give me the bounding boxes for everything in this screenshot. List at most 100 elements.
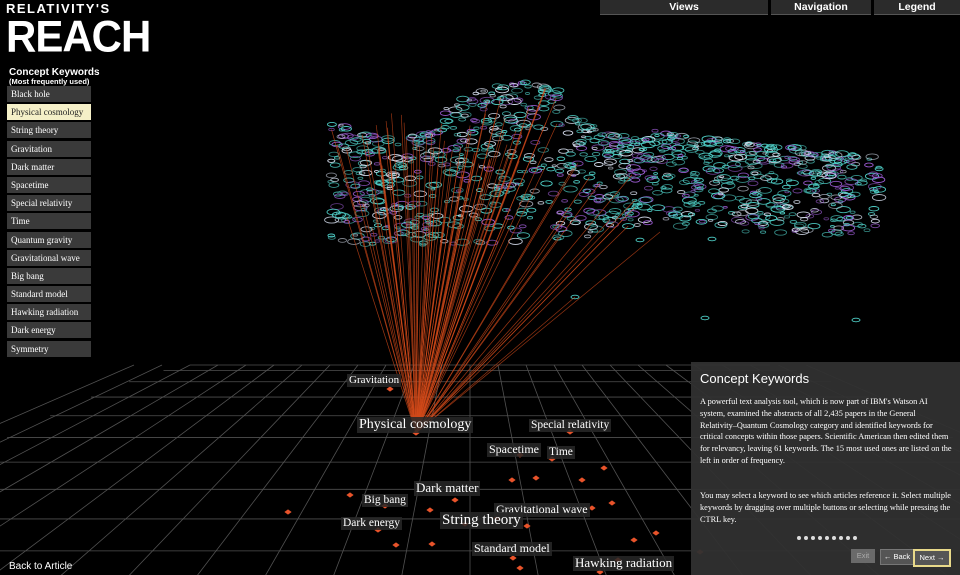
keywords-subtitle: (Most frequently used) [9, 77, 90, 86]
article-dot [394, 142, 402, 147]
article-dot [473, 238, 484, 244]
grid-line [553, 364, 675, 575]
keyword-quantum-gravity[interactable]: Quantum gravity [7, 231, 91, 248]
grid-label-dark-matter[interactable]: Dark matter [414, 480, 481, 496]
article-dot [722, 205, 728, 209]
article-dot [575, 215, 587, 221]
article-dot [600, 141, 609, 146]
panel-title: Concept Keywords [700, 371, 810, 386]
article-dot [837, 174, 847, 180]
article-dot [654, 134, 660, 137]
grid-label-gravitation[interactable]: Gravitation [347, 374, 402, 387]
article-dot [834, 186, 840, 190]
grid-line [265, 364, 387, 575]
article-dot [747, 180, 759, 187]
keyword-standard-model[interactable]: Standard model [7, 286, 91, 303]
article-dot [708, 188, 720, 195]
article-dot [455, 104, 470, 111]
article-dot [819, 193, 830, 200]
article-dot [537, 201, 545, 205]
keyword-special-relativity[interactable]: Special relativity [7, 195, 91, 212]
article-dot [869, 214, 879, 219]
article-dot [529, 188, 540, 194]
article-dot [591, 146, 598, 150]
article-dot [591, 151, 601, 157]
keyword-gravitational-wave[interactable]: Gravitational wave [7, 249, 91, 266]
keyword-big-bang[interactable]: Big bang [7, 267, 91, 284]
article-dot [745, 207, 759, 215]
keyword-gravitation[interactable]: Gravitation [7, 140, 91, 157]
article-dot [413, 169, 422, 174]
article-dot [546, 166, 556, 172]
grid-label-time[interactable]: Time [547, 446, 575, 460]
article-dot [757, 211, 764, 215]
article-dot [779, 211, 786, 215]
article-dot [688, 212, 696, 217]
back-button[interactable]: ← Back [880, 549, 914, 565]
page-dot [825, 536, 829, 540]
article-dot [520, 102, 527, 107]
keyword-dark-energy[interactable]: Dark energy [7, 322, 91, 339]
grid-label-special-relativity[interactable]: Special relativity [529, 419, 612, 433]
article-dot [830, 203, 836, 207]
article-dot [373, 162, 381, 166]
article-dot [352, 233, 359, 237]
article-dot [328, 182, 340, 188]
article-dot [392, 189, 406, 196]
legend-button[interactable]: Legend [874, 0, 960, 15]
keyword-spacetime[interactable]: Spacetime [7, 176, 91, 193]
article-dot [533, 124, 544, 130]
grid-line [197, 364, 359, 575]
grid-label-dark-energy[interactable]: Dark energy [341, 517, 402, 531]
article-dot [711, 205, 724, 212]
article-dot [386, 184, 393, 188]
grid-label-big-bang[interactable]: Big bang [362, 494, 408, 508]
keyword-node [392, 542, 400, 548]
page-indicator [797, 536, 857, 540]
article-dot [687, 137, 701, 144]
article-dot [739, 197, 752, 205]
grid-label-string-theory[interactable]: String theory [440, 512, 523, 530]
article-dot [352, 167, 363, 173]
keyword-node [508, 477, 516, 483]
page-dot [846, 536, 850, 540]
keyword-hawking-radiation[interactable]: Hawking radiation [7, 304, 91, 321]
keyword-node [516, 565, 524, 571]
article-dot [672, 206, 683, 212]
grid-label-standard-model[interactable]: Standard model [472, 541, 552, 556]
views-button[interactable]: Views [600, 0, 768, 15]
article-dot [488, 112, 501, 119]
article-dot [584, 223, 598, 230]
article-dot [671, 144, 685, 151]
keyword-time[interactable]: Time [7, 213, 91, 230]
page-dot [797, 536, 801, 540]
next-button[interactable]: Next → [913, 549, 951, 567]
article-dot [842, 219, 855, 226]
grid-label-hawking-radiation[interactable]: Hawking radiation [573, 555, 675, 571]
back-to-article-link[interactable]: Back to Article [9, 561, 72, 572]
article-dot [651, 128, 659, 133]
article-dot [788, 212, 797, 217]
article-dot [672, 222, 688, 230]
keyword-dark-matter[interactable]: Dark matter [7, 158, 91, 175]
article-dot [845, 216, 853, 220]
article-dot [540, 180, 553, 187]
article-dot [494, 122, 503, 127]
panel-paragraph-2: You may select a keyword to see which ar… [700, 491, 951, 524]
keyword-physical-cosmology[interactable]: Physical cosmology [7, 104, 91, 121]
article-dot [439, 110, 451, 116]
article-dot [741, 229, 750, 234]
keyword-list: Black hole Physical cosmology String the… [7, 86, 91, 359]
navigation-button[interactable]: Navigation [771, 0, 871, 15]
exit-button[interactable]: Exit [851, 549, 875, 563]
keyword-symmetry[interactable]: Symmetry [7, 340, 91, 357]
page-dot [832, 536, 836, 540]
grid-label-physical-cosmology[interactable]: Physical cosmology [357, 417, 474, 434]
grid-label-spacetime[interactable]: Spacetime [487, 442, 541, 457]
keyword-black-hole[interactable]: Black hole [7, 86, 91, 102]
keyword-string-theory[interactable]: String theory [7, 122, 91, 139]
article-dot [558, 123, 565, 127]
article-dot [772, 152, 781, 157]
article-dot [765, 215, 778, 222]
article-dot [329, 162, 341, 168]
